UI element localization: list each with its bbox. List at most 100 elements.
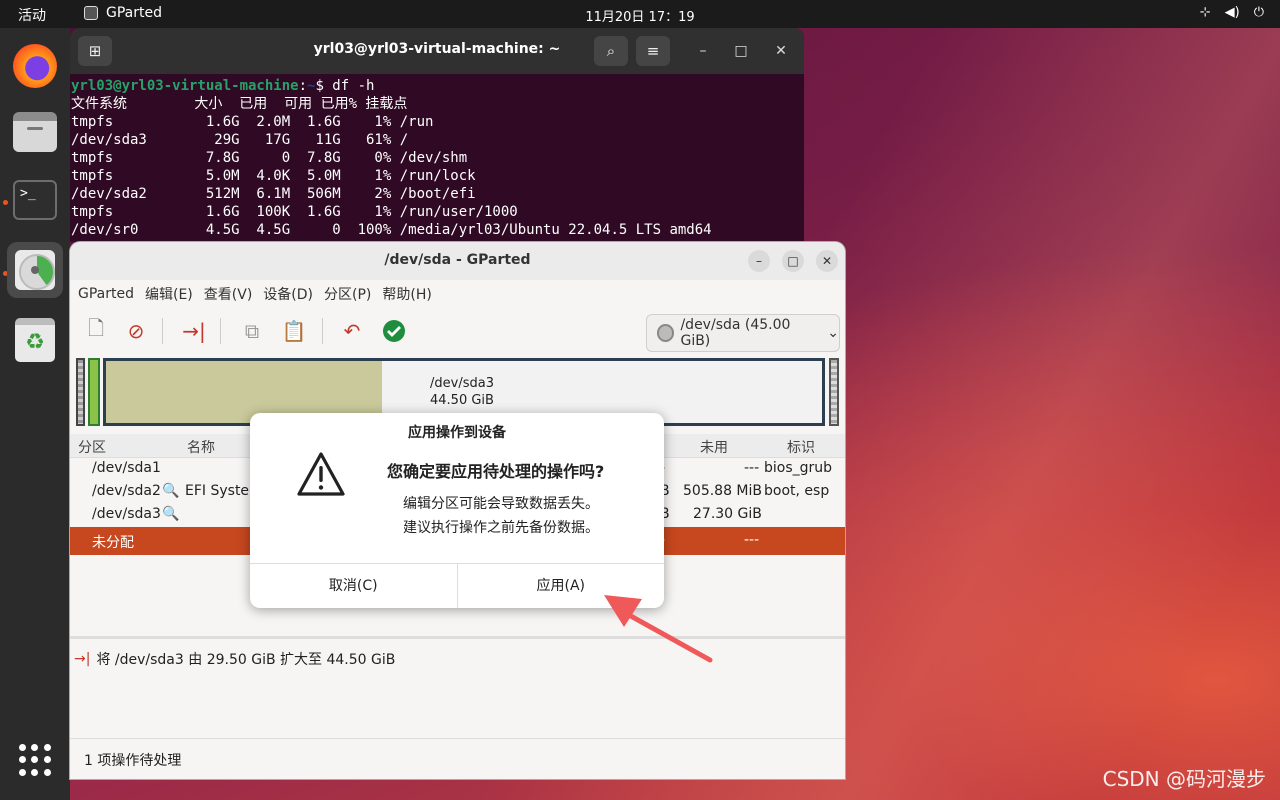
pending-operations: →| 将 /dev/sda3 由 29.50 GiB 扩大至 44.50 GiB <box>70 636 845 736</box>
status-text: 1 项操作待处理 <box>84 753 182 769</box>
files-icon <box>13 112 57 152</box>
cell-partition: 未分配 <box>92 535 134 551</box>
power-icon[interactable]: ⏻ <box>1254 5 1264 20</box>
clock[interactable]: 11月20日 17：19 <box>0 6 1280 25</box>
dialog-title: 应用操作到设备 <box>408 425 506 441</box>
pending-operation-text: 将 /dev/sda3 由 29.50 GiB 扩大至 44.50 GiB <box>96 652 396 668</box>
dock-trash[interactable]: ♻ <box>7 312 63 368</box>
prompt-user: yrl03@yrl03-virtual-machine <box>71 78 299 94</box>
trash-icon: ♻ <box>15 318 55 362</box>
watermark: CSDN @码河漫步 <box>1102 767 1266 791</box>
col-name[interactable]: 名称 <box>187 437 215 457</box>
partition-block-sda1[interactable] <box>76 358 85 426</box>
search-icon[interactable]: ⌕ <box>594 36 628 66</box>
dock-firefox[interactable] <box>7 38 63 94</box>
gparted-titlebar[interactable]: /dev/sda - GParted – □ ✕ <box>70 242 845 280</box>
menu-device[interactable]: 设备(D) <box>261 284 322 304</box>
menu-view[interactable]: 查看(V) <box>202 284 262 304</box>
chevron-down-icon: ⌄ <box>827 325 839 341</box>
resize-move-icon[interactable]: →| <box>180 317 208 345</box>
disk-icon <box>657 324 675 342</box>
app-menu[interactable]: GParted <box>84 5 162 21</box>
col-unused[interactable]: 未用 <box>700 437 728 457</box>
pending-operation-item[interactable]: →| 将 /dev/sda3 由 29.50 GiB 扩大至 44.50 GiB <box>74 649 395 669</box>
terminal-line: 文件系统 大小 已用 可用 已用% 挂载点 <box>71 96 408 112</box>
map-partition-name: /dev/sda3 <box>430 376 494 391</box>
dock: >_ ♻ <box>0 28 70 800</box>
status-bar: 1 项操作待处理 <box>70 738 845 779</box>
top-bar: 活动 GParted 11月20日 17：19 ⊹ ◀) ⏻ <box>0 0 1280 28</box>
device-selector[interactable]: /dev/sda (45.00 GiB) ⌄ <box>646 314 840 352</box>
menu-bar: GParted 编辑(E) 查看(V) 设备(D) 分区(P) 帮助(H) <box>70 280 845 308</box>
terminal-output[interactable]: yrl03@yrl03-virtual-machine:~$ df -h 文件系… <box>70 74 804 239</box>
firefox-icon <box>13 44 57 88</box>
terminal-line: /dev/sda3 29G 17G 11G 61% / <box>71 132 409 148</box>
gparted-icon <box>15 250 55 290</box>
cell-partition: /dev/sda3 <box>92 506 161 522</box>
system-tray[interactable]: ⊹ ◀) ⏻ <box>1200 5 1264 20</box>
copy-icon[interactable]: ⧉ <box>238 317 266 345</box>
dock-gparted[interactable] <box>7 242 63 298</box>
network-icon[interactable]: ⊹ <box>1200 5 1211 20</box>
gparted-app-icon <box>84 6 98 20</box>
terminal-line: tmpfs 7.8G 0 7.8G 0% /dev/shm <box>71 150 468 166</box>
cell-unused: --- <box>744 460 760 476</box>
menu-icon[interactable]: ≡ <box>636 36 670 66</box>
terminal-line: tmpfs 1.6G 2.0M 1.6G 1% /run <box>71 114 434 130</box>
menu-gparted[interactable]: GParted <box>76 286 143 302</box>
close-icon[interactable]: ✕ <box>816 250 838 272</box>
terminal-window[interactable]: ⊞ yrl03@yrl03-virtual-machine: ~ ⌕ ≡ – □… <box>70 28 804 242</box>
apply-dialog: 应用操作到设备 您确定要应用待处理的操作吗? 编辑分区可能会导致数据丢失。 建议… <box>250 413 664 608</box>
terminal-line: /dev/sda2 512M 6.1M 506M 2% /boot/efi <box>71 186 476 202</box>
show-apps-icon[interactable] <box>19 744 51 776</box>
warning-icon <box>297 452 345 496</box>
apply-icon[interactable] <box>380 317 408 345</box>
app-name: GParted <box>106 5 162 21</box>
key-icon: 🔍 <box>162 506 180 522</box>
dialog-question: 您确定要应用待处理的操作吗? <box>387 462 605 481</box>
menu-help[interactable]: 帮助(H) <box>380 284 440 304</box>
gparted-title: /dev/sda - GParted <box>384 252 531 268</box>
toolbar: 🗋 ⊘ →| ⧉ 📋 ↶ /dev/sda (45.00 GiB) ⌄ <box>70 308 845 354</box>
volume-icon[interactable]: ◀) <box>1225 5 1240 20</box>
col-partition[interactable]: 分区 <box>78 437 106 457</box>
menu-partition[interactable]: 分区(P) <box>322 284 380 304</box>
device-selector-label: /dev/sda (45.00 GiB) <box>680 317 791 349</box>
terminal-titlebar[interactable]: ⊞ yrl03@yrl03-virtual-machine: ~ ⌕ ≡ – □… <box>70 28 804 74</box>
dock-terminal[interactable]: >_ <box>7 172 63 228</box>
partition-block-sda2[interactable] <box>88 358 100 426</box>
resize-icon: →| <box>74 651 91 667</box>
cell-flags: boot, esp <box>764 483 830 499</box>
cancel-button[interactable]: 取消(C) <box>250 564 457 608</box>
new-partition-icon[interactable]: 🗋 <box>82 316 110 345</box>
cell-flags: bios_grub <box>764 460 833 476</box>
partition-block-unallocated[interactable] <box>829 358 839 426</box>
cell-partition: /dev/sda1 <box>92 460 161 476</box>
dock-files[interactable] <box>7 104 63 160</box>
col-flags[interactable]: 标识 <box>787 437 815 457</box>
dialog-message-2: 建议执行操作之前先备份数据。 <box>403 520 599 536</box>
prompt-command: $ df -h <box>315 78 375 94</box>
delete-icon[interactable]: ⊘ <box>122 317 150 345</box>
terminal-line: tmpfs 1.6G 100K 1.6G 1% /run/user/1000 <box>71 204 518 220</box>
activities-button[interactable]: 活动 <box>18 5 46 25</box>
terminal-line: /dev/sr0 4.5G 4.5G 0 100% /media/yrl03/U… <box>71 222 712 238</box>
dialog-message-1: 编辑分区可能会导致数据丢失。 <box>403 496 599 512</box>
paste-icon[interactable]: 📋 <box>280 317 308 345</box>
maximize-icon[interactable]: □ <box>730 40 752 62</box>
cell-unused: 27.30 GiB <box>693 506 762 522</box>
annotation-arrow-icon <box>604 595 713 663</box>
map-partition-size: 44.50 GiB <box>430 393 494 408</box>
cell-unused: --- <box>744 532 760 548</box>
maximize-icon[interactable]: □ <box>782 250 804 272</box>
terminal-icon: >_ <box>13 180 57 220</box>
key-icon: 🔍 <box>162 483 180 499</box>
cell-unused: 505.88 MiB <box>683 483 763 499</box>
undo-icon[interactable]: ↶ <box>338 317 366 345</box>
cell-partition: /dev/sda2 <box>92 483 161 499</box>
close-icon[interactable]: ✕ <box>770 40 792 62</box>
menu-edit[interactable]: 编辑(E) <box>143 284 202 304</box>
minimize-icon[interactable]: – <box>748 250 770 272</box>
minimize-icon[interactable]: – <box>692 40 714 62</box>
terminal-line: tmpfs 5.0M 4.0K 5.0M 1% /run/lock <box>71 168 476 184</box>
